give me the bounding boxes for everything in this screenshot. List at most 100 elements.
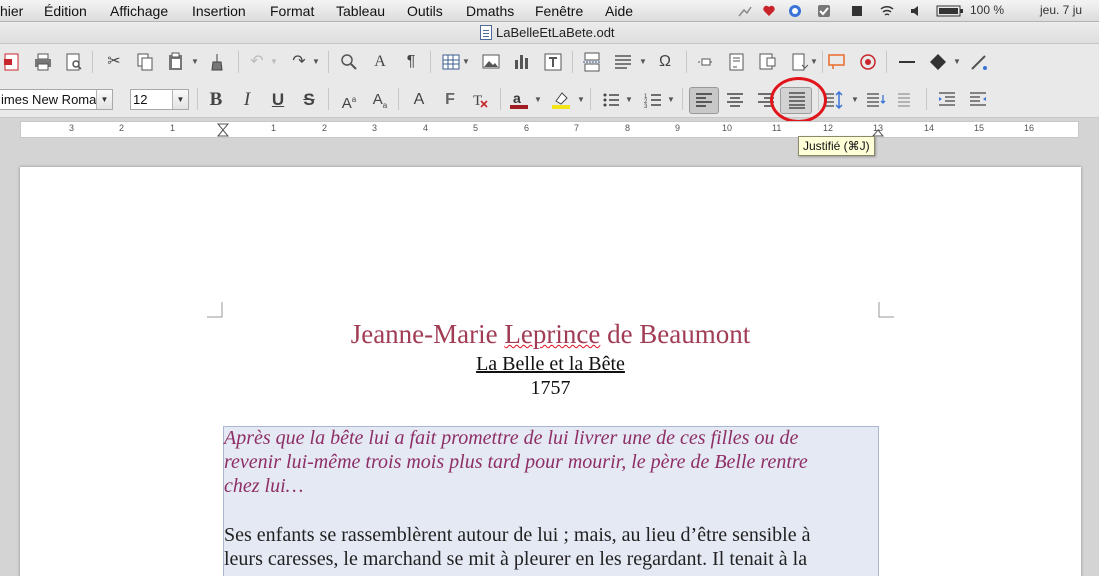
highlight-color-icon[interactable] (550, 89, 572, 111)
comment-icon[interactable] (757, 51, 779, 73)
bold-icon[interactable]: B (205, 89, 227, 111)
clear-formatting-icon[interactable]: T (470, 89, 492, 111)
clone-format-icon[interactable] (207, 51, 229, 73)
decrease-indent-icon[interactable] (967, 89, 989, 111)
status-graph-icon[interactable] (738, 4, 752, 18)
menu-tableau[interactable]: Tableau (336, 3, 385, 19)
insert-textbox-icon[interactable] (542, 51, 564, 73)
menu-fichier[interactable]: hier (0, 3, 23, 19)
intro-line: revenir lui-même trois mois plus tard po… (224, 451, 808, 473)
footnote-icon[interactable] (726, 51, 748, 73)
author-first-names: Jeanne-Marie (350, 319, 505, 349)
insert-image-icon[interactable] (480, 51, 502, 73)
menu-aide[interactable]: Aide (605, 3, 633, 19)
paste-icon[interactable] (165, 51, 187, 73)
insert-field-dropdown-icon[interactable]: ▼ (639, 51, 647, 73)
menu-format[interactable]: Format (270, 3, 314, 19)
draw-functions-icon[interactable] (968, 51, 990, 73)
ruler-label: 11 (772, 123, 782, 133)
line-spacing-dropdown-icon[interactable]: ▼ (851, 89, 859, 111)
italic-icon[interactable]: I (236, 89, 258, 111)
strikethrough-icon[interactable]: S (298, 89, 320, 111)
font-color-icon[interactable]: a (508, 89, 530, 111)
formatting-marks-icon[interactable]: ¶ (400, 51, 422, 73)
document-page[interactable]: Jeanne-Marie Leprince de Beaumont La Bel… (20, 167, 1081, 576)
ordered-list-icon[interactable]: 123 (642, 89, 664, 111)
increase-paragraph-spacing-icon[interactable] (865, 89, 887, 111)
font-color-dropdown-icon[interactable]: ▼ (534, 89, 542, 111)
menubar-clock[interactable]: jeu. 7 ju (1040, 3, 1082, 17)
font-size-combobox[interactable]: 12 ▼ (130, 89, 189, 110)
font-name-combobox[interactable]: imes New Roma ▼ (0, 89, 113, 110)
page-break-icon[interactable] (581, 51, 603, 73)
unordered-list-dropdown-icon[interactable]: ▼ (625, 89, 633, 111)
ruler-label: 12 (823, 123, 834, 133)
increase-indent-icon[interactable] (936, 89, 958, 111)
unordered-list-icon[interactable] (600, 89, 622, 111)
basic-shapes-dropdown-icon[interactable]: ▼ (953, 51, 961, 73)
wifi-icon[interactable] (880, 4, 894, 18)
decrease-paragraph-spacing-icon[interactable] (896, 89, 918, 111)
align-center-icon[interactable] (724, 89, 746, 111)
ruler-label: 3 (69, 123, 75, 133)
insert-field-icon[interactable] (612, 51, 634, 73)
ruler-label: 4 (423, 123, 429, 133)
heart-icon[interactable] (762, 4, 776, 18)
undo-icon[interactable]: ↶ (246, 51, 268, 73)
ruler-label: 6 (524, 123, 530, 133)
menubar: hier Édition Affichage Insertion Format … (0, 0, 1099, 22)
svg-text:a: a (513, 90, 521, 106)
superscript-icon[interactable]: Aa (338, 89, 360, 112)
undo-dropdown-icon[interactable]: ▼ (270, 51, 278, 73)
user-status-icon[interactable] (850, 4, 864, 18)
export-pdf-icon[interactable] (2, 51, 24, 73)
bookmark-dropdown-icon[interactable]: ▼ (810, 51, 818, 73)
ruler-label: 15 (974, 123, 985, 133)
track-changes-icon[interactable] (826, 51, 848, 73)
indent-marker-icon[interactable] (217, 123, 229, 137)
highlight-color-dropdown-icon[interactable]: ▼ (577, 89, 585, 111)
subscript-icon[interactable]: Aa (369, 89, 391, 111)
check-status-icon[interactable] (817, 4, 831, 18)
menu-affichage[interactable]: Affichage (110, 3, 168, 19)
window-titlebar: LaBelleEtLaBete.odt (0, 22, 1099, 44)
copy-icon[interactable] (134, 51, 156, 73)
intro-line: Après que la bête lui a fait promettre d… (224, 427, 799, 449)
horizontal-ruler[interactable]: 3 2 1 1 2 3 4 5 6 7 8 9 10 11 12 13 14 1… (20, 121, 1079, 138)
ruler-label: 5 (473, 123, 479, 133)
find-replace-icon[interactable] (338, 51, 360, 73)
shadow-icon[interactable]: A (408, 89, 430, 111)
print-icon[interactable] (32, 51, 54, 73)
font-name-dropdown-icon[interactable]: ▼ (96, 90, 112, 109)
redo-icon[interactable]: ↷ (288, 51, 310, 73)
record-changes-icon[interactable] (857, 51, 879, 73)
menu-outils[interactable]: Outils (407, 3, 443, 19)
insert-table-dropdown-icon[interactable]: ▼ (462, 51, 470, 73)
spelling-icon[interactable]: A (369, 51, 391, 73)
hyperlink-icon[interactable] (695, 51, 717, 73)
menu-dmaths[interactable]: Dmaths (466, 3, 514, 19)
print-preview-icon[interactable] (63, 51, 85, 73)
cut-icon[interactable]: ✂ (103, 51, 125, 73)
menu-insertion[interactable]: Insertion (192, 3, 246, 19)
insert-table-icon[interactable] (440, 51, 462, 73)
menu-edition[interactable]: Édition (44, 3, 87, 19)
battery-icon[interactable] (936, 4, 964, 18)
bookmark-icon[interactable] (788, 51, 810, 73)
redo-dropdown-icon[interactable]: ▼ (312, 51, 320, 73)
insert-line-icon[interactable] (896, 51, 918, 73)
ruler-label: 9 (675, 123, 681, 133)
paste-dropdown-icon[interactable]: ▼ (191, 51, 199, 73)
basic-shapes-icon[interactable] (927, 51, 949, 73)
align-left-icon[interactable] (693, 89, 715, 111)
font-size-dropdown-icon[interactable]: ▼ (172, 90, 188, 109)
author-misspelled-word[interactable]: Leprince (504, 319, 600, 349)
insert-chart-icon[interactable] (511, 51, 533, 73)
underline-icon[interactable]: U (267, 89, 289, 111)
menu-fenetre[interactable]: Fenêtre (535, 3, 583, 19)
browser-status-icon[interactable] (788, 4, 802, 18)
ordered-list-dropdown-icon[interactable]: ▼ (667, 89, 675, 111)
volume-icon[interactable] (910, 4, 924, 18)
outline-icon[interactable]: F (439, 89, 461, 111)
special-character-icon[interactable]: Ω (654, 51, 676, 73)
